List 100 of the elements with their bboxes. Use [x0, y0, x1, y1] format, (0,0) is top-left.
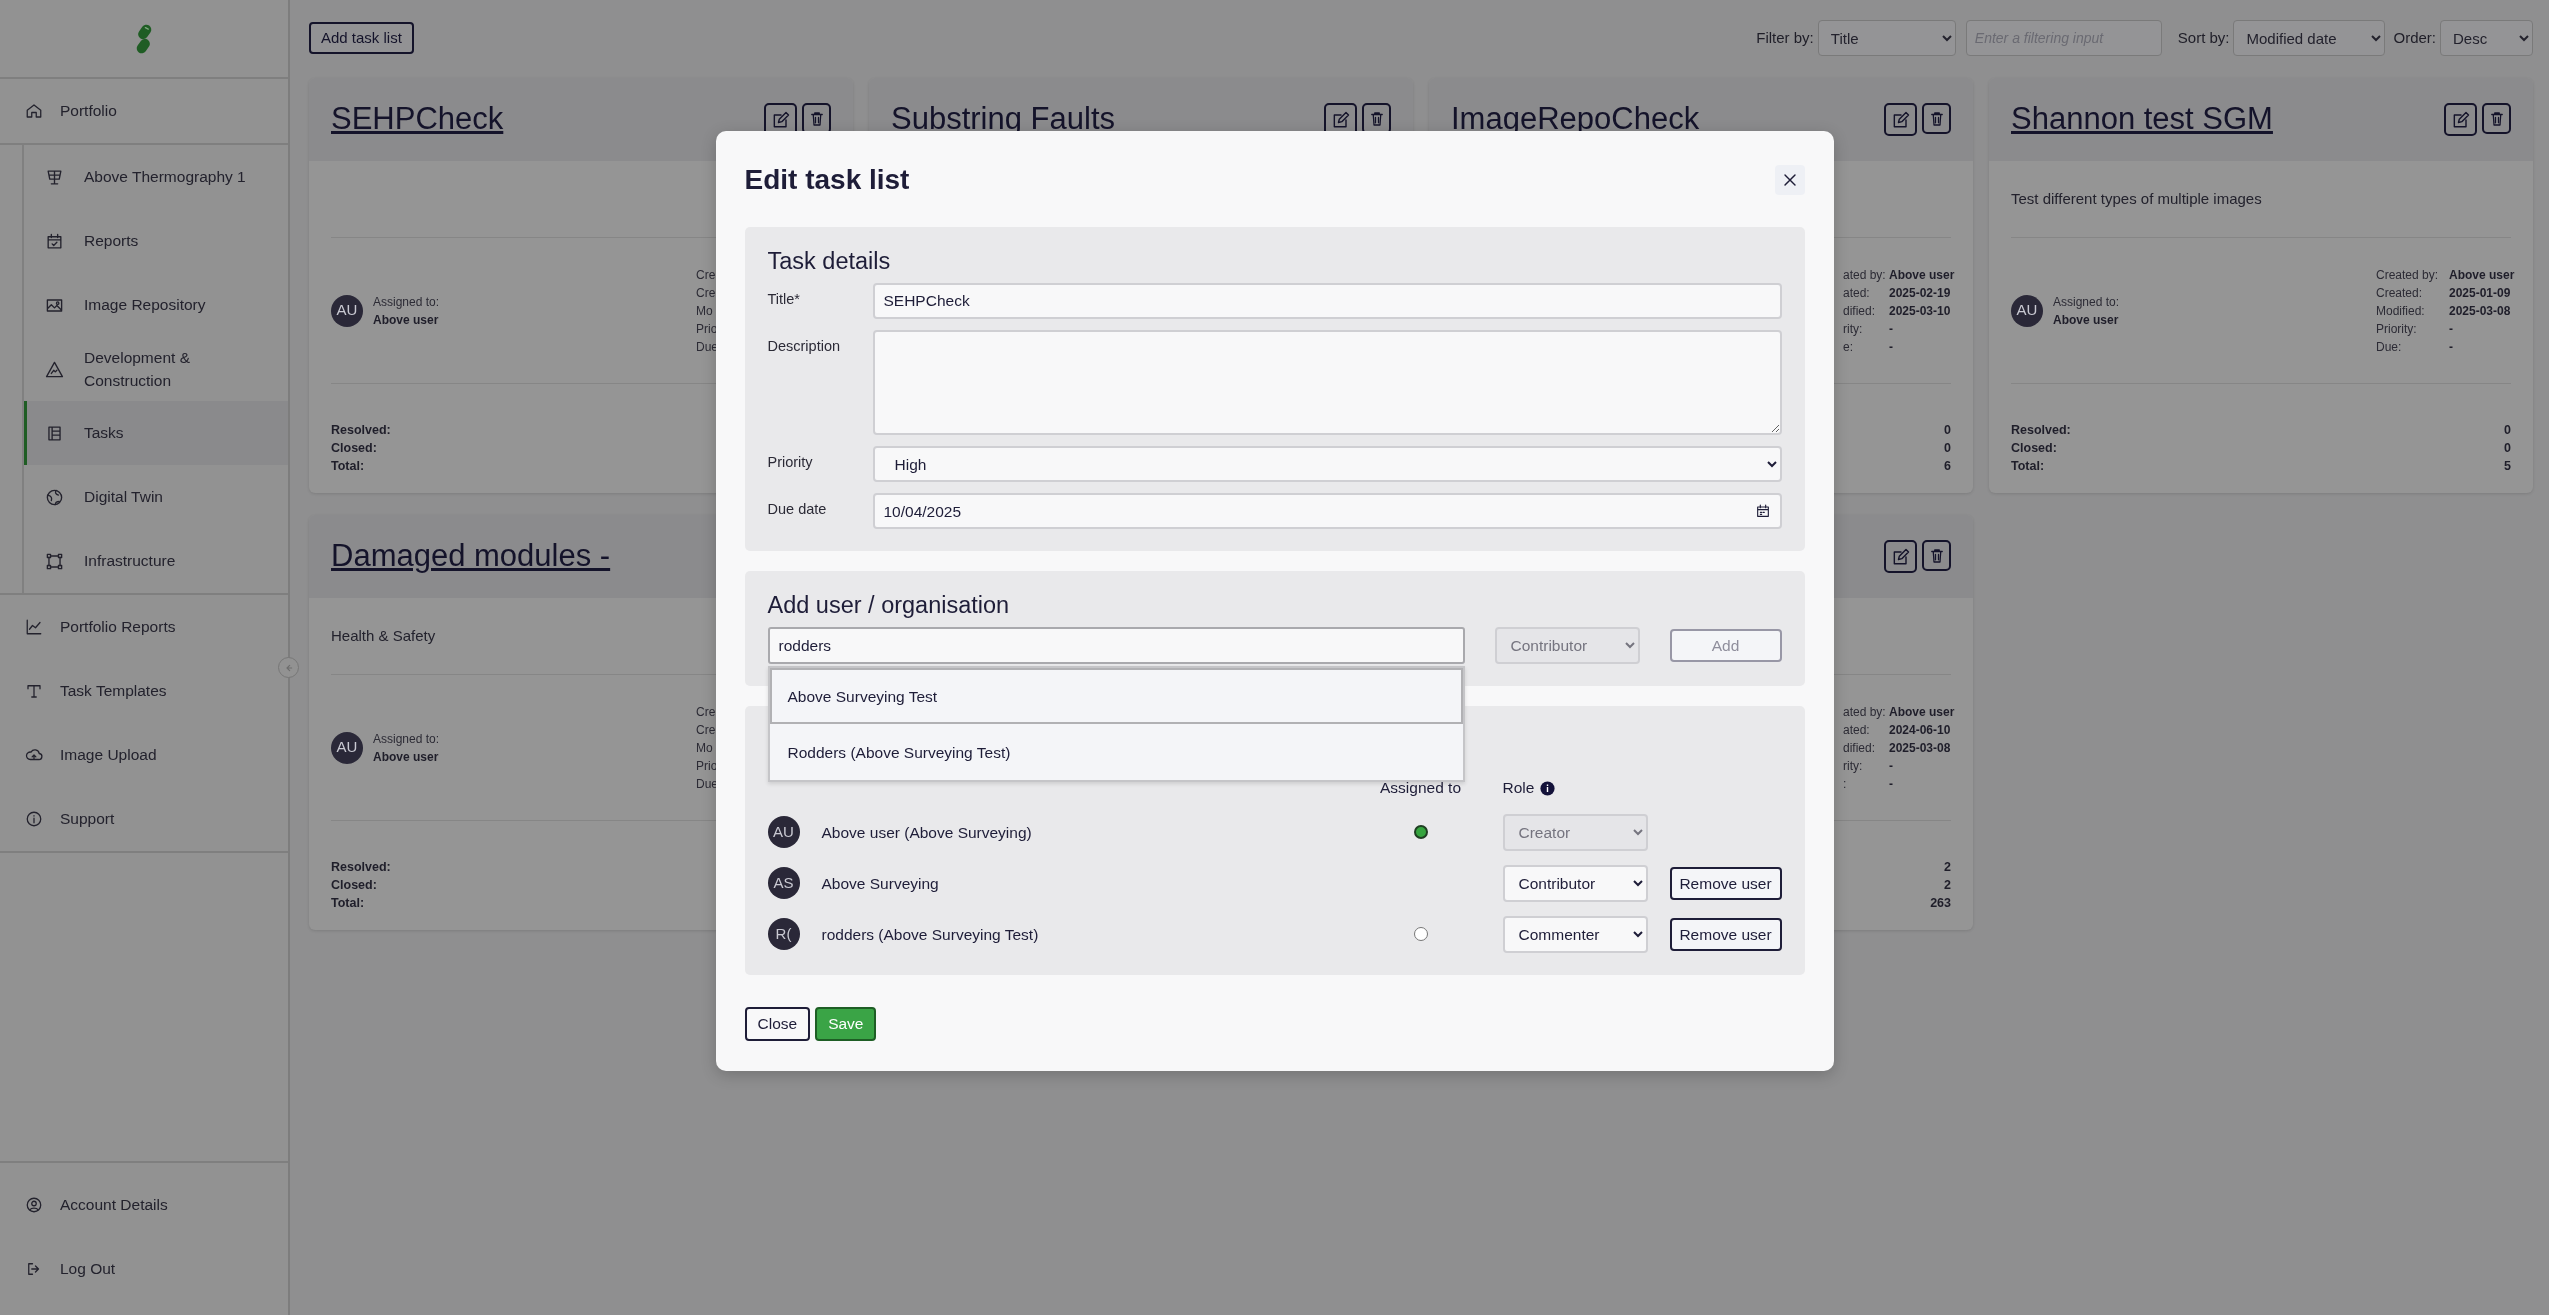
- meta-value: Above user: [1889, 704, 1955, 719]
- meta-label: rity:: [1843, 321, 1863, 336]
- close-button[interactable]: Close: [744, 1006, 811, 1041]
- stat-value: 2: [1944, 877, 1951, 894]
- sidebar-item[interactable]: Image Repository: [24, 273, 288, 337]
- meta-label: Created by:: [2376, 267, 2439, 282]
- sidebar-item[interactable]: Reports: [24, 209, 288, 273]
- stat-label: Closed:: [2011, 440, 2057, 457]
- letter-t-icon: [25, 682, 43, 700]
- sidebar-item[interactable]: Task Templates: [0, 659, 288, 723]
- assigned-name: Above user: [373, 311, 440, 329]
- add-task-list-button[interactable]: Add task list: [309, 21, 414, 55]
- sidebar-item[interactable]: Log Out: [0, 1237, 288, 1301]
- stat-value: 0: [2504, 440, 2511, 457]
- vector-square-icon: [45, 551, 64, 571]
- meta-label: Mo: [696, 740, 713, 755]
- info-icon: [25, 810, 43, 828]
- meta-label: Cre: [696, 722, 716, 737]
- meta-value: 2025-03-08: [1889, 740, 1951, 755]
- meta-label: :: [1843, 776, 1847, 791]
- remove-user-button[interactable]: Remove user: [1669, 866, 1782, 900]
- meta-label: ated:: [1843, 285, 1870, 300]
- meta-value: 2024-06-10: [1889, 722, 1951, 737]
- meta-label: Modified:: [2376, 303, 2425, 318]
- suggestion-item[interactable]: Above Surveying Test: [769, 668, 1463, 725]
- sort-select[interactable]: Modified date: [2233, 20, 2386, 56]
- meta-value: -: [2449, 339, 2453, 354]
- save-button[interactable]: Save: [815, 1006, 877, 1041]
- calendar-check-icon: [45, 231, 64, 251]
- meta-label: dified:: [1843, 740, 1876, 755]
- sidebar-item[interactable]: Digital Twin: [24, 465, 288, 529]
- meta-value: -: [2449, 321, 2453, 336]
- meta-label: Cre: [696, 267, 716, 282]
- column-header: Role: [1502, 778, 1535, 799]
- sidebar-item[interactable]: Portfolio Reports: [0, 595, 288, 659]
- sidebar-item[interactable]: Infrastructure: [24, 529, 288, 593]
- assigned-name: Above user: [2053, 311, 2120, 329]
- sort-label: Sort by:: [2177, 27, 2230, 48]
- sidebar-item[interactable]: Above Thermography 1: [24, 145, 288, 209]
- meta-value: 2025-02-19: [1889, 285, 1951, 300]
- remove-user-button[interactable]: Remove user: [1669, 917, 1782, 951]
- role-select[interactable]: Commenter: [1502, 915, 1648, 953]
- field-label: Priority: [767, 453, 814, 473]
- column-header: Assigned to: [1379, 778, 1462, 799]
- date-field[interactable]: 10/04/2025: [872, 493, 1782, 530]
- sidebar-item[interactable]: Support: [0, 787, 288, 851]
- meta-label: rity:: [1843, 758, 1863, 773]
- stat-label: Closed:: [331, 877, 377, 894]
- sidebar-item[interactable]: Account Details: [0, 1173, 288, 1237]
- meta-label: dified:: [1843, 303, 1876, 318]
- order-select[interactable]: Desc: [2440, 20, 2533, 56]
- meta-label: e:: [1843, 339, 1853, 354]
- field-label: Title*: [767, 290, 801, 310]
- table-icon: [45, 423, 64, 443]
- avatar: AU: [2011, 294, 2043, 327]
- assigned-label: Assigned to:: [2053, 293, 2120, 311]
- sidebar-item[interactable]: Tasks: [24, 401, 288, 465]
- assign-radio[interactable]: [1413, 927, 1428, 942]
- description-field[interactable]: [872, 330, 1782, 436]
- sidebar-item[interactable]: Image Upload: [0, 723, 288, 787]
- sidebar-item[interactable]: Development & Construction: [24, 337, 288, 401]
- meta-label: Priority:: [2376, 321, 2417, 336]
- meta-value: Above user: [2449, 267, 2515, 282]
- meta-value: Above user: [1889, 267, 1955, 282]
- assigned-label: Assigned to:: [373, 730, 440, 748]
- meta-label: Mo: [696, 303, 713, 318]
- home-icon: [25, 102, 43, 120]
- meta-label: Cre: [696, 285, 716, 300]
- card-title-link[interactable]: SEHPCheck: [331, 96, 504, 143]
- line-chart-icon: [25, 618, 43, 636]
- member-name: Above user (Above Surveying): [821, 822, 1033, 843]
- meta-value: -: [1889, 776, 1893, 791]
- title-field[interactable]: SEHPCheck: [872, 283, 1782, 320]
- user-search-field[interactable]: rodders: [767, 627, 1465, 665]
- dialog-title: Edit task list: [744, 163, 910, 197]
- stat-label: Resolved:: [331, 859, 391, 876]
- section-heading: Add user / organisation: [767, 591, 1011, 620]
- stat-label: Total:: [331, 895, 365, 912]
- sidebar-item[interactable]: Portfolio: [0, 79, 288, 143]
- close-button[interactable]: [1774, 165, 1805, 195]
- solar-panel-icon: [45, 167, 64, 187]
- filter-select[interactable]: Title: [1817, 20, 1956, 56]
- role-select[interactable]: Contributor: [1502, 864, 1648, 902]
- suggestion-item[interactable]: Rodders (Above Surveying Test): [769, 724, 1463, 781]
- stat-value: 263: [1930, 895, 1951, 912]
- avatar: AU: [331, 731, 363, 764]
- meta-label: Created:: [2376, 285, 2423, 300]
- stat-label: Total:: [2011, 458, 2045, 475]
- stat-value: 0: [1944, 422, 1951, 439]
- card-description: Test different types of multiple images: [2011, 188, 2262, 209]
- avatar: R(: [767, 918, 800, 951]
- stat-label: Resolved:: [2011, 422, 2071, 439]
- field-label: Description: [767, 337, 842, 357]
- priority-select[interactable]: High: [872, 446, 1782, 483]
- meta-label: ated by:: [1843, 267, 1886, 282]
- meta-value: -: [1889, 339, 1893, 354]
- meta-value: 2025-01-09: [2449, 285, 2511, 300]
- avatar: AU: [331, 294, 363, 327]
- assign-radio[interactable]: [1413, 825, 1428, 840]
- hazard-triangle-icon: [45, 359, 64, 379]
